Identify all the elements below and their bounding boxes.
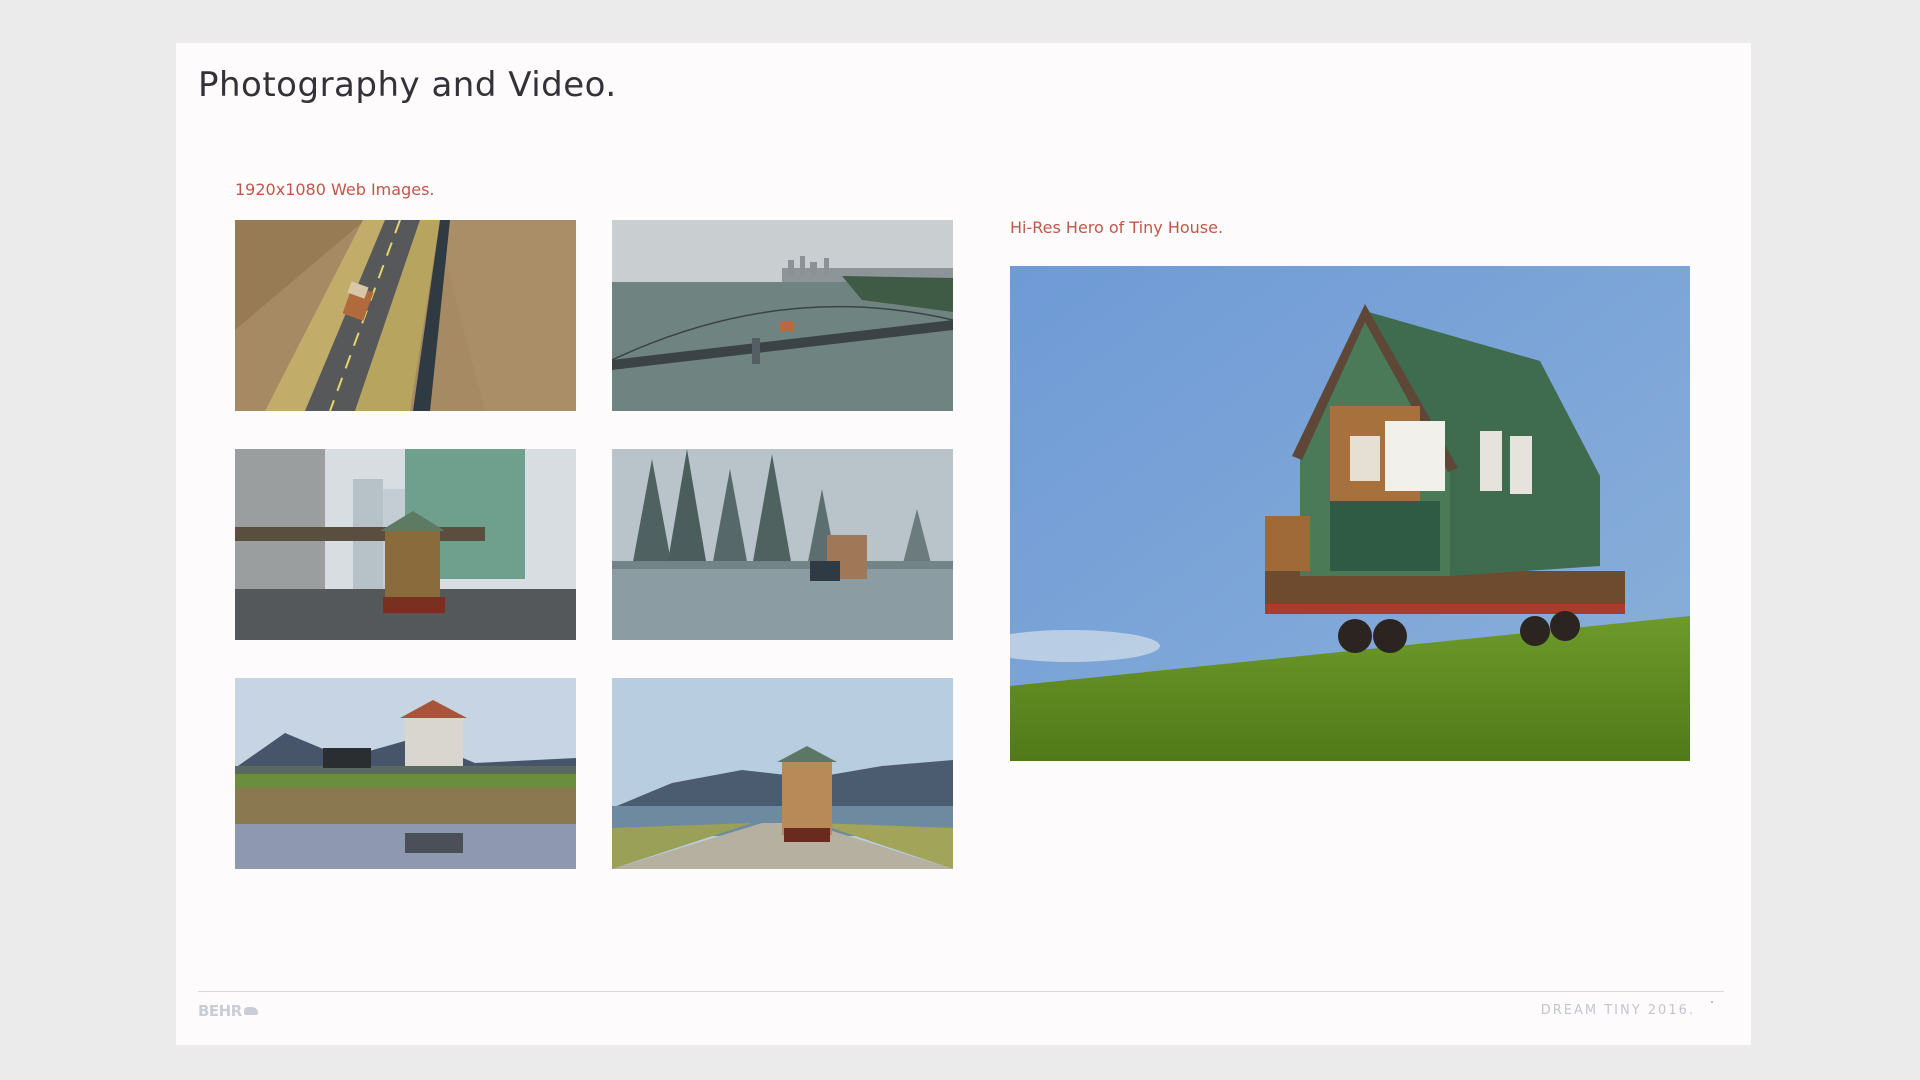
hero-label: Hi-Res Hero of Tiny House. bbox=[1010, 218, 1224, 237]
bridge-thumbnail[interactable] bbox=[612, 220, 953, 411]
behr-logo: BEHR bbox=[198, 1002, 258, 1020]
aerial-road-thumbnail[interactable] bbox=[235, 220, 576, 411]
footer-caption: DREAM TINY 2016. bbox=[1540, 1003, 1695, 1018]
web-images-label: 1920x1080 Web Images. bbox=[235, 180, 435, 199]
mountain-road-thumbnail[interactable] bbox=[612, 678, 953, 869]
city-thumbnail[interactable] bbox=[235, 449, 576, 640]
snow-thumbnail[interactable] bbox=[612, 449, 953, 640]
behr-logo-text: BEHR bbox=[198, 1002, 242, 1020]
footer-divider bbox=[198, 991, 1724, 992]
bear-icon bbox=[243, 1007, 258, 1015]
page-title: Photography and Video. bbox=[198, 65, 617, 105]
slide: Photography and Video. 1920x1080 Web Ima… bbox=[176, 43, 1751, 1045]
footer-dot bbox=[1711, 1001, 1713, 1003]
field-thumbnail[interactable] bbox=[235, 678, 576, 869]
hero-image[interactable] bbox=[1010, 266, 1690, 761]
